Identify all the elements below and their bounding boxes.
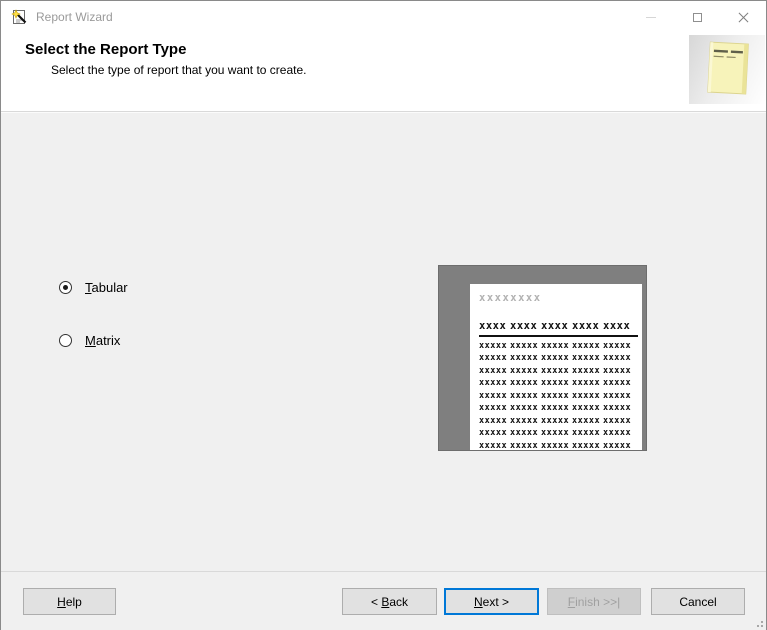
preview-header-cell: xxxx <box>541 320 569 332</box>
preview-page: xxxxxxxx xxxx xxxx xxxx xxxx xxxx xxxxx xxxxx… <box>470 284 642 450</box>
close-button[interactable] <box>720 1 766 33</box>
help-button[interactable]: Help <box>23 588 116 615</box>
header-divider <box>1 111 766 113</box>
resize-grip[interactable] <box>753 617 763 627</box>
preview-row: xxxxx xxxxx xxxxx xxxxx xxxxx <box>479 350 642 363</box>
window-title: Report Wizard <box>36 10 113 24</box>
footer-bar: Help < Back Next > Finish >>| Cancel <box>1 572 766 630</box>
header-art-panel <box>689 35 765 104</box>
preview-row: xxxxx xxxxx xxxxx xxxxx xxxxx <box>479 400 642 413</box>
preview-row: xxxxx xxxxx xxxxx xxxxx xxxxx <box>479 388 642 401</box>
preview-header-row: xxxx xxxx xxxx xxxx xxxx <box>479 316 638 337</box>
preview-row: xxxxx xxxxx xxxxx xxxxx xxxxx <box>479 438 642 451</box>
preview-row: xxxxx xxxxx xxxxx xxxxx xxxxx <box>479 425 642 438</box>
report-wizard-window: Report Wizard Select the Report Type Sel… <box>0 0 767 630</box>
radio-option-matrix[interactable]: Matrix <box>59 333 120 348</box>
report-preview-panel: xxxxxxxx xxxx xxxx xxxx xxxx xxxx xxxxx xxxxx… <box>438 265 647 451</box>
minimize-icon <box>646 16 656 18</box>
radio-label-tabular: Tabular <box>85 280 128 295</box>
preview-data-cell: xxxxx <box>603 440 632 451</box>
preview-header-cell: xxxx <box>572 320 600 332</box>
radio-tabular[interactable] <box>59 281 72 294</box>
back-button[interactable]: < Back <box>342 588 437 615</box>
radio-matrix[interactable] <box>59 334 72 347</box>
preview-row: xxxxx xxxxx xxxxx xxxxx xxxxx <box>479 363 642 376</box>
preview-row: xxxxx xxxxx xxxxx xxxxx xxxxx <box>479 375 642 388</box>
finish-button: Finish >>| <box>547 588 641 615</box>
maximize-button[interactable] <box>674 1 720 33</box>
preview-rows: xxxxx xxxxx xxxxx xxxxx xxxxx xxxxx xxxxx xxxxx… <box>479 338 642 451</box>
preview-row: xxxxx xxxxx xxxxx xxxxx xxxxx <box>479 338 642 351</box>
maximize-icon <box>692 12 702 22</box>
preview-row: xxxxx xxxxx xxxxx xxxxx xxxxx <box>479 413 642 426</box>
preview-header-cell: xxxx <box>510 320 538 332</box>
preview-data-cell: xxxxx <box>479 440 508 451</box>
next-button[interactable]: Next > <box>444 588 539 615</box>
close-icon <box>738 12 749 23</box>
preview-title-placeholder: xxxxxxxx <box>479 292 542 304</box>
wizard-header: Select the Report Type Select the type o… <box>1 33 766 111</box>
wizard-app-icon <box>11 9 27 24</box>
title-bar[interactable]: Report Wizard <box>1 1 766 33</box>
preview-header-cell: xxxx <box>603 320 631 332</box>
preview-data-cell: xxxxx <box>541 440 570 451</box>
report-page-icon <box>707 41 749 95</box>
radio-label-matrix: Matrix <box>85 333 121 348</box>
preview-data-cell: xxxxx <box>510 440 539 451</box>
cancel-button[interactable]: Cancel <box>651 588 745 615</box>
radio-option-tabular[interactable]: Tabular <box>59 280 128 295</box>
content-area: Tabular Matrix xxxxxxxx xxxx xxxx xxxx xxxx… <box>1 113 766 571</box>
minimize-button <box>628 1 674 33</box>
preview-header-cell: xxxx <box>479 320 507 332</box>
page-title: Select the Report Type <box>25 41 187 58</box>
preview-data-cell: xxxxx <box>572 440 601 451</box>
page-subtitle: Select the type of report that you want … <box>51 63 307 77</box>
